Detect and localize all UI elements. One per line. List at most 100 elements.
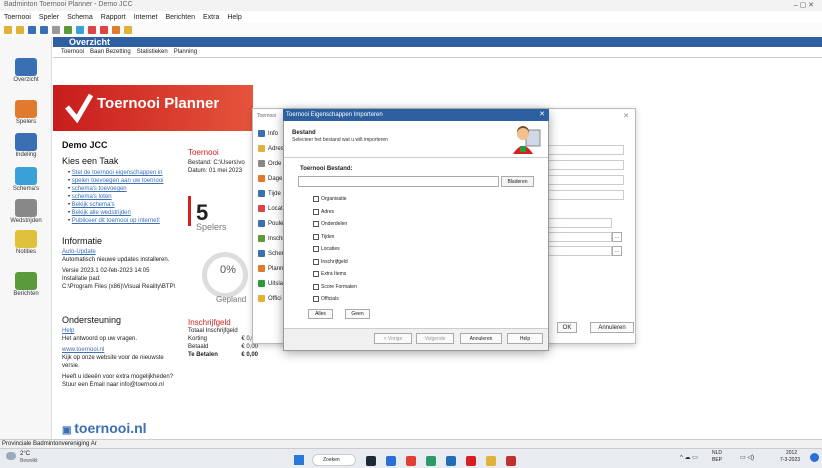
browse-dots-button[interactable]: ...	[612, 246, 622, 256]
property-field[interactable]	[540, 190, 624, 200]
menu-toernooi[interactable]: Toernooi	[4, 14, 31, 21]
import-checkbox-onderdelen[interactable]: Onderdelen	[313, 221, 347, 227]
property-field[interactable]	[540, 175, 624, 185]
weather-temp[interactable]: 2°C	[20, 451, 30, 457]
property-nav-item[interactable]: Dage	[258, 175, 282, 182]
menu-schema[interactable]: Schema	[67, 14, 93, 21]
folder-icon[interactable]	[16, 26, 24, 34]
import-checkbox-locaties[interactable]: Locaties	[313, 246, 340, 252]
menu-berichten[interactable]: Berichten	[165, 14, 195, 21]
save-icon[interactable]	[28, 26, 36, 34]
property-field[interactable]	[540, 145, 624, 155]
tab-baan-bezetting[interactable]: Baan Bezetting	[90, 49, 131, 55]
schedule-icon[interactable]	[112, 26, 120, 34]
browse-dots-button[interactable]: ...	[612, 232, 622, 242]
checkbox-box[interactable]	[313, 283, 319, 290]
menu-rapport[interactable]: Rapport	[101, 14, 126, 21]
group-icon[interactable]	[100, 26, 108, 34]
dialog-cancel-button[interactable]: Annuleren	[460, 333, 502, 344]
checkbox-box[interactable]	[313, 271, 319, 277]
property-nav-item[interactable]: Locat	[258, 205, 283, 212]
property-nav-item[interactable]: Uitsla	[258, 280, 283, 287]
import-checkbox-extra-items[interactable]: Extra Items	[313, 271, 346, 277]
help-link[interactable]: Help	[62, 327, 180, 335]
auto-update-link[interactable]: Auto-Update	[62, 248, 180, 256]
property-nav-item[interactable]: Scher	[258, 250, 284, 257]
chrome-icon[interactable]	[406, 456, 416, 466]
checkbox-box[interactable]	[313, 258, 319, 265]
nav-item-wedstrijden[interactable]: Wedstrijden	[0, 199, 52, 224]
file-path-input[interactable]	[298, 176, 499, 187]
property-nav-item[interactable]: Poule	[258, 220, 283, 227]
nav-item-overzicht[interactable]: Overzicht	[0, 58, 52, 83]
property-nav-item[interactable]: Adres	[258, 145, 284, 152]
task-view-icon[interactable]	[366, 456, 376, 466]
dialog-help-button[interactable]: Help	[507, 333, 543, 344]
website-link[interactable]: www.toernooi.nl	[62, 346, 180, 354]
property-field[interactable]	[540, 246, 612, 256]
chat-icon[interactable]	[386, 456, 396, 466]
ok-button[interactable]: OK	[557, 322, 577, 333]
bg-close-icon[interactable]: ✕	[623, 112, 629, 120]
menu-internet[interactable]: Internet	[134, 14, 158, 21]
nav-item-indeling[interactable]: Indeling	[0, 133, 52, 158]
store-icon[interactable]	[446, 456, 456, 466]
planner-taskbar-icon[interactable]	[506, 456, 516, 466]
players-icon[interactable]	[88, 26, 96, 34]
add-icon[interactable]	[64, 26, 72, 34]
task-link-publish[interactable]: Publiceer dit toernooi op internet!	[72, 218, 160, 224]
weather-icon[interactable]	[6, 452, 16, 460]
sound-network-icon[interactable]: ▭ ◁)	[740, 454, 754, 461]
property-field[interactable]	[540, 232, 612, 242]
nav-item-spelers[interactable]: Spelers	[0, 100, 52, 125]
start-icon[interactable]	[294, 455, 304, 465]
weather-desc[interactable]: Bewolkt	[20, 458, 38, 464]
notification-icon[interactable]	[810, 453, 819, 462]
checkbox-box[interactable]	[313, 246, 319, 252]
property-field[interactable]	[540, 160, 624, 170]
save-as-icon[interactable]	[40, 26, 48, 34]
property-nav-item[interactable]: Inschr	[258, 235, 284, 242]
tab-toernooi[interactable]: Toernooi	[61, 49, 84, 55]
property-nav-item[interactable]: Info	[258, 130, 278, 137]
import-checkbox-officials[interactable]: Officials	[313, 296, 339, 302]
menu-help[interactable]: Help	[227, 14, 241, 21]
print-icon[interactable]	[52, 26, 60, 34]
select-all-button[interactable]: Alles	[308, 309, 333, 319]
menu-speler[interactable]: Speler	[39, 14, 59, 21]
checkbox-box[interactable]	[313, 233, 319, 240]
property-field[interactable]	[540, 218, 612, 228]
select-none-button[interactable]: Geen	[345, 309, 370, 319]
nav-item-berichten[interactable]: Berichten	[0, 272, 52, 297]
import-checkbox-organisatie[interactable]: Organisatie	[313, 196, 347, 202]
task-link-properties[interactable]: Stel de toernooi eigenschappen in	[72, 170, 163, 176]
import-checkbox-tijden[interactable]: Tijden	[313, 233, 334, 240]
cancel-button[interactable]: Annuleren	[590, 322, 634, 333]
tab-planning[interactable]: Planning	[174, 49, 197, 55]
clock-time[interactable]: 2012	[786, 450, 797, 456]
property-nav-item[interactable]: Orde	[258, 160, 281, 167]
task-link-draw[interactable]: schema's loten	[72, 194, 112, 200]
import-checkbox-adres[interactable]: Adres	[313, 208, 334, 215]
checkbox-box[interactable]	[313, 296, 319, 302]
previous-button[interactable]: < Vorige	[374, 333, 412, 344]
tab-statistieken[interactable]: Statistieken	[137, 49, 168, 55]
checkbox-box[interactable]	[313, 208, 319, 215]
app-icon[interactable]	[466, 456, 476, 466]
task-link-players[interactable]: spelen toevoegen aan uw toernooi	[72, 178, 164, 184]
checkbox-box[interactable]	[313, 196, 319, 202]
property-nav-item[interactable]: Plann	[258, 265, 283, 272]
next-button[interactable]: Volgende	[416, 333, 454, 344]
import-checkbox-score-formaten[interactable]: Score Formaten	[313, 283, 357, 290]
nav-item-notities[interactable]: Notities	[0, 230, 52, 255]
window-controls[interactable]: – ▢ ✕	[794, 1, 814, 9]
open-icon[interactable]	[4, 26, 12, 34]
nav-item-schema-s[interactable]: Schema's	[0, 167, 52, 192]
tray-icons[interactable]: ^ ☁ ▭	[680, 454, 698, 461]
task-link-matches[interactable]: Bekijk alle wedstrijden	[72, 210, 131, 216]
language-indicator[interactable]: NLD	[712, 450, 722, 456]
task-link-schemas[interactable]: schema's toevoegen	[72, 186, 127, 192]
task-link-view-schemas[interactable]: Bekijk schema's	[72, 202, 115, 208]
property-nav-item[interactable]: Offici	[258, 295, 282, 302]
language-sub[interactable]: BEP	[712, 457, 722, 463]
